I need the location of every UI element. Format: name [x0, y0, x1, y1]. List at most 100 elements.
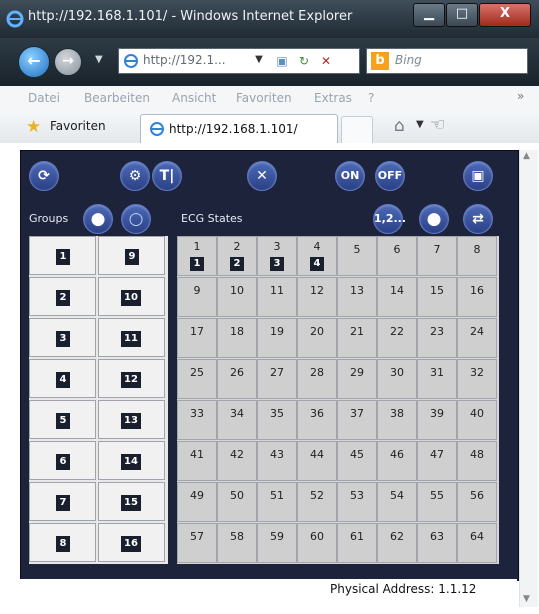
ecg-cell[interactable]: 51: [257, 482, 297, 522]
ecg-cell[interactable]: 46: [377, 441, 417, 481]
ecg-cell[interactable]: 42: [217, 441, 257, 481]
settings-button[interactable]: ⚙: [120, 161, 150, 191]
group-cell[interactable]: 9: [98, 236, 165, 275]
group-cell[interactable]: 8: [29, 523, 96, 562]
ecg-cell[interactable]: 47: [417, 441, 457, 481]
compatibility-view-icon[interactable]: ▣: [273, 52, 291, 70]
ecg-cell[interactable]: 30: [377, 359, 417, 399]
ecg-cell[interactable]: 36: [297, 400, 337, 440]
address-field[interactable]: http://192.1... ▼ ▣ ↻ ✕: [118, 48, 360, 74]
ecg-cell[interactable]: 35: [257, 400, 297, 440]
group-cell[interactable]: 1: [29, 236, 96, 275]
ecg-cell[interactable]: 38: [377, 400, 417, 440]
ecg-cell[interactable]: 21: [337, 318, 377, 358]
sequence-button[interactable]: 1,2...: [373, 204, 406, 234]
ecg-cell[interactable]: 59: [257, 523, 297, 563]
ecg-cell[interactable]: 11: [177, 236, 217, 276]
cancel-button[interactable]: ✕: [247, 161, 277, 191]
ecg-cell[interactable]: 54: [377, 482, 417, 522]
scroll-down-icon[interactable]: ▼: [523, 594, 530, 604]
ecg-cell[interactable]: 26: [217, 359, 257, 399]
history-dropdown-icon[interactable]: ▼: [95, 54, 103, 65]
group-cell[interactable]: 6: [29, 441, 96, 480]
ecg-cell[interactable]: 10: [217, 277, 257, 317]
ecg-cell[interactable]: 53: [337, 482, 377, 522]
ecg-cell[interactable]: 18: [217, 318, 257, 358]
ecg-cell[interactable]: 6: [377, 236, 417, 276]
ecg-cell[interactable]: 13: [337, 277, 377, 317]
ecg-cell[interactable]: 32: [457, 359, 497, 399]
minimize-button[interactable]: ▁: [413, 3, 445, 27]
text-tool-button[interactable]: T|: [152, 161, 182, 191]
group-cell[interactable]: 14: [98, 441, 165, 480]
ecg-cell[interactable]: 17: [177, 318, 217, 358]
address-dropdown-icon[interactable]: ▼: [252, 51, 266, 69]
vertical-scrollbar[interactable]: [519, 150, 538, 607]
forward-button[interactable]: →: [54, 48, 82, 76]
stop-icon[interactable]: ✕: [317, 52, 335, 70]
ecg-cell[interactable]: 34: [217, 400, 257, 440]
ecg-cell[interactable]: 31: [417, 359, 457, 399]
ecg-cell[interactable]: 20: [297, 318, 337, 358]
ecg-cell[interactable]: 40: [457, 400, 497, 440]
home-icon[interactable]: ⌂: [394, 116, 405, 136]
refresh-button[interactable]: ⟳: [29, 161, 59, 191]
ecg-cell[interactable]: 41: [177, 441, 217, 481]
group-cell[interactable]: 4: [29, 359, 96, 398]
group-cell[interactable]: 2: [29, 277, 96, 316]
ecg-cell[interactable]: 19: [257, 318, 297, 358]
ecg-cell[interactable]: 45: [337, 441, 377, 481]
ecg-cell[interactable]: 5: [337, 236, 377, 276]
ecg-cell[interactable]: 25: [177, 359, 217, 399]
ecg-cell[interactable]: 62: [377, 523, 417, 563]
ecg-cell[interactable]: 29: [337, 359, 377, 399]
ecg-cell[interactable]: 43: [257, 441, 297, 481]
groups-on-button[interactable]: ●: [83, 204, 113, 234]
close-window-button[interactable]: X: [479, 3, 531, 27]
hand-icon[interactable]: ☜: [430, 115, 445, 135]
ecg-cell[interactable]: 27: [257, 359, 297, 399]
chevron-more-icon[interactable]: »: [517, 89, 524, 103]
ecg-on-button[interactable]: ●: [419, 204, 449, 234]
group-cell[interactable]: 7: [29, 482, 96, 521]
menu-datei[interactable]: Datei: [28, 91, 60, 105]
menu-ansicht[interactable]: Ansicht: [172, 91, 216, 105]
ecg-cell[interactable]: 49: [177, 482, 217, 522]
swap-button[interactable]: ⇄: [463, 204, 493, 234]
group-cell[interactable]: 13: [98, 400, 165, 439]
ecg-cell[interactable]: 33: [257, 236, 297, 276]
ecg-cell[interactable]: 56: [457, 482, 497, 522]
group-cell[interactable]: 15: [98, 482, 165, 521]
ecg-cell[interactable]: 64: [457, 523, 497, 563]
ecg-cell[interactable]: 57: [177, 523, 217, 563]
group-cell[interactable]: 10: [98, 277, 165, 316]
maximize-button[interactable]: □: [446, 3, 478, 27]
scroll-up-icon[interactable]: ▲: [523, 151, 530, 161]
ecg-cell[interactable]: 44: [297, 236, 337, 276]
ecg-cell[interactable]: 44: [297, 441, 337, 481]
on-button[interactable]: ON: [335, 161, 365, 191]
group-cell[interactable]: 11: [98, 318, 165, 357]
group-cell[interactable]: 12: [98, 359, 165, 398]
ecg-cell[interactable]: 24: [457, 318, 497, 358]
ecg-cell[interactable]: 16: [457, 277, 497, 317]
ecg-cell[interactable]: 37: [337, 400, 377, 440]
ecg-cell[interactable]: 22: [377, 318, 417, 358]
ecg-cell[interactable]: 39: [417, 400, 457, 440]
menu-bearbeiten[interactable]: Bearbeiten: [84, 91, 150, 105]
ecg-cell[interactable]: 22: [217, 236, 257, 276]
back-button[interactable]: ←: [18, 46, 50, 78]
ecg-cell[interactable]: 48: [457, 441, 497, 481]
ecg-cell[interactable]: 33: [177, 400, 217, 440]
ecg-cell[interactable]: 63: [417, 523, 457, 563]
groups-off-button[interactable]: ○: [121, 204, 151, 234]
off-button[interactable]: OFF: [375, 161, 405, 191]
ecg-cell[interactable]: 58: [217, 523, 257, 563]
ecg-cell[interactable]: 61: [337, 523, 377, 563]
ecg-cell[interactable]: 11: [257, 277, 297, 317]
ecg-cell[interactable]: 12: [297, 277, 337, 317]
ecg-cell[interactable]: 52: [297, 482, 337, 522]
ecg-cell[interactable]: 60: [297, 523, 337, 563]
menu-favoriten[interactable]: Favoriten: [236, 91, 292, 105]
ecg-cell[interactable]: 14: [377, 277, 417, 317]
